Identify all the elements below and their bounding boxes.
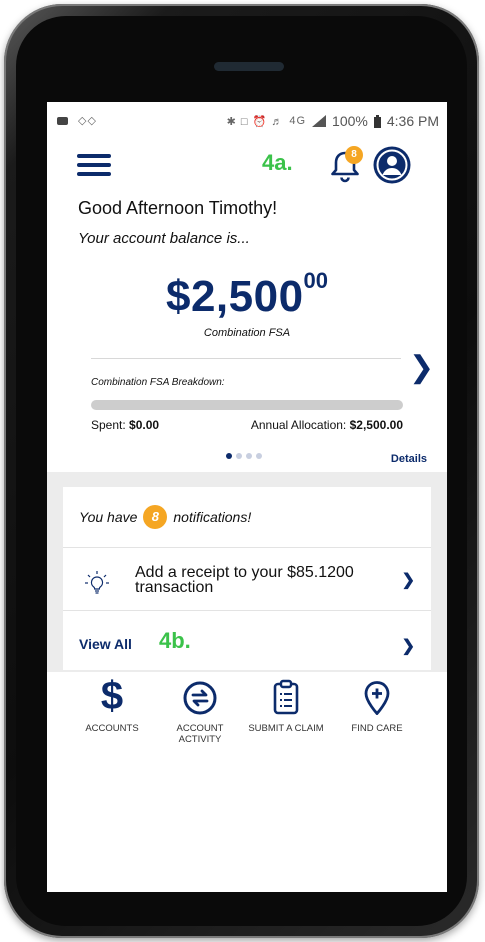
- nav-submit-claim[interactable]: SUBMIT A CLAIM: [246, 677, 326, 734]
- status-bar: ◇◇ ✱ □ ⏰ ♬ 4G 100% 4:36 PM: [47, 102, 447, 140]
- balance-label: Your account balance is...: [78, 230, 250, 247]
- greeting: Good Afternoon Timothy!: [78, 198, 278, 218]
- view-all-row[interactable]: View All 4b. ❯: [63, 611, 431, 667]
- app-notification-icon: [57, 117, 68, 125]
- chevron-right-icon: ❯: [401, 572, 415, 589]
- lightbulb-icon: [85, 571, 109, 594]
- nav-account-activity-label: ACCOUNT ACTIVITY: [176, 723, 224, 745]
- annotation-4b: 4b.: [159, 628, 191, 653]
- notifications-card: You have 8 notifications! Add a receipt …: [63, 487, 431, 670]
- next-account-chevron-icon[interactable]: ❯: [409, 350, 434, 385]
- carousel-dot[interactable]: [256, 453, 262, 459]
- spent-row: Spent: $0.00 Annual Allocation: $2,500.0…: [91, 418, 403, 432]
- phone-speaker: [214, 62, 284, 71]
- carousel-dot[interactable]: [226, 453, 232, 459]
- notification-badge: 8: [345, 146, 363, 164]
- nav-account-activity[interactable]: ACCOUNT ACTIVITY: [160, 677, 240, 745]
- balance-amount-cents: 00: [303, 268, 329, 293]
- transfer-icon: [160, 677, 240, 715]
- profile-button[interactable]: [373, 146, 411, 184]
- carousel-dot[interactable]: [246, 453, 252, 459]
- spending-progress-bar: [91, 400, 403, 410]
- spent-value: $0.00: [129, 418, 160, 432]
- nav-accounts[interactable]: $ ACCOUNTS: [72, 674, 152, 734]
- chevron-right-icon: ❯: [401, 638, 415, 655]
- app-screen: ◇◇ ✱ □ ⏰ ♬ 4G 100% 4:36 PM 4a. 8 Good Af…: [47, 102, 447, 892]
- clock: 4:36 PM: [386, 113, 439, 129]
- menu-icon[interactable]: [77, 154, 111, 176]
- breakdown-label: Combination FSA Breakdown:: [91, 377, 225, 388]
- notifications-button[interactable]: 8: [329, 146, 363, 184]
- phone-frame: ◇◇ ✱ □ ⏰ ♬ 4G 100% 4:36 PM 4a. 8 Good Af…: [4, 4, 479, 938]
- view-all-link[interactable]: View All: [79, 636, 132, 652]
- balance-amount: $2,50000: [47, 268, 447, 322]
- notification-item-text: Add a receipt to your $85.1200 transacti…: [135, 564, 354, 596]
- signal-icon: [312, 115, 327, 127]
- balance-amount-main: $2,500: [165, 272, 304, 321]
- nav-submit-claim-label: SUBMIT A CLAIM: [248, 723, 324, 734]
- battery-icon: [373, 114, 381, 128]
- bottom-nav: $ ACCOUNTS ACCOUNT ACTIVITY SUBMIT A CLA…: [47, 674, 447, 767]
- system-status-icons: ✱ □ ⏰ ♬: [226, 115, 284, 128]
- network-activity-icon: ◇◇: [78, 115, 97, 127]
- details-link[interactable]: Details: [391, 453, 427, 465]
- annotation-4a: 4a.: [262, 150, 293, 175]
- spent-label: Spent:: [91, 418, 130, 432]
- nav-find-care-label: FIND CARE: [351, 723, 403, 734]
- nav-find-care[interactable]: FIND CARE: [337, 677, 417, 734]
- location-pin-icon: [337, 677, 417, 715]
- allocation: Annual Allocation: $2,500.00: [251, 418, 403, 432]
- clipboard-icon: [246, 677, 326, 715]
- status-left-icons: ◇◇: [57, 114, 97, 127]
- divider: [91, 358, 401, 359]
- allocation-label: Annual Allocation:: [250, 418, 350, 432]
- app-header: 4a. 8: [47, 140, 447, 190]
- status-right: ✱ □ ⏰ ♬ 4G 100% 4:36 PM: [227, 113, 439, 129]
- carousel-dot[interactable]: [236, 453, 242, 459]
- profile-icon: [373, 146, 411, 184]
- notifications-suffix: notifications!: [173, 509, 252, 525]
- allocation-value: $2,500.00: [349, 418, 403, 432]
- notifications-prefix: You have: [79, 509, 138, 525]
- dollar-icon: $: [100, 674, 124, 718]
- account-name: Combination FSA: [203, 327, 291, 339]
- notification-item[interactable]: Add a receipt to your $85.1200 transacti…: [63, 548, 431, 610]
- carousel-dots[interactable]: [226, 453, 262, 459]
- notifications-summary: You have 8 notifications!: [79, 505, 251, 529]
- nav-accounts-label: ACCOUNTS: [85, 723, 139, 734]
- network-type: 4G: [289, 115, 307, 127]
- notifications-count-badge: 8: [143, 505, 168, 529]
- battery-percent: 100%: [332, 113, 368, 129]
